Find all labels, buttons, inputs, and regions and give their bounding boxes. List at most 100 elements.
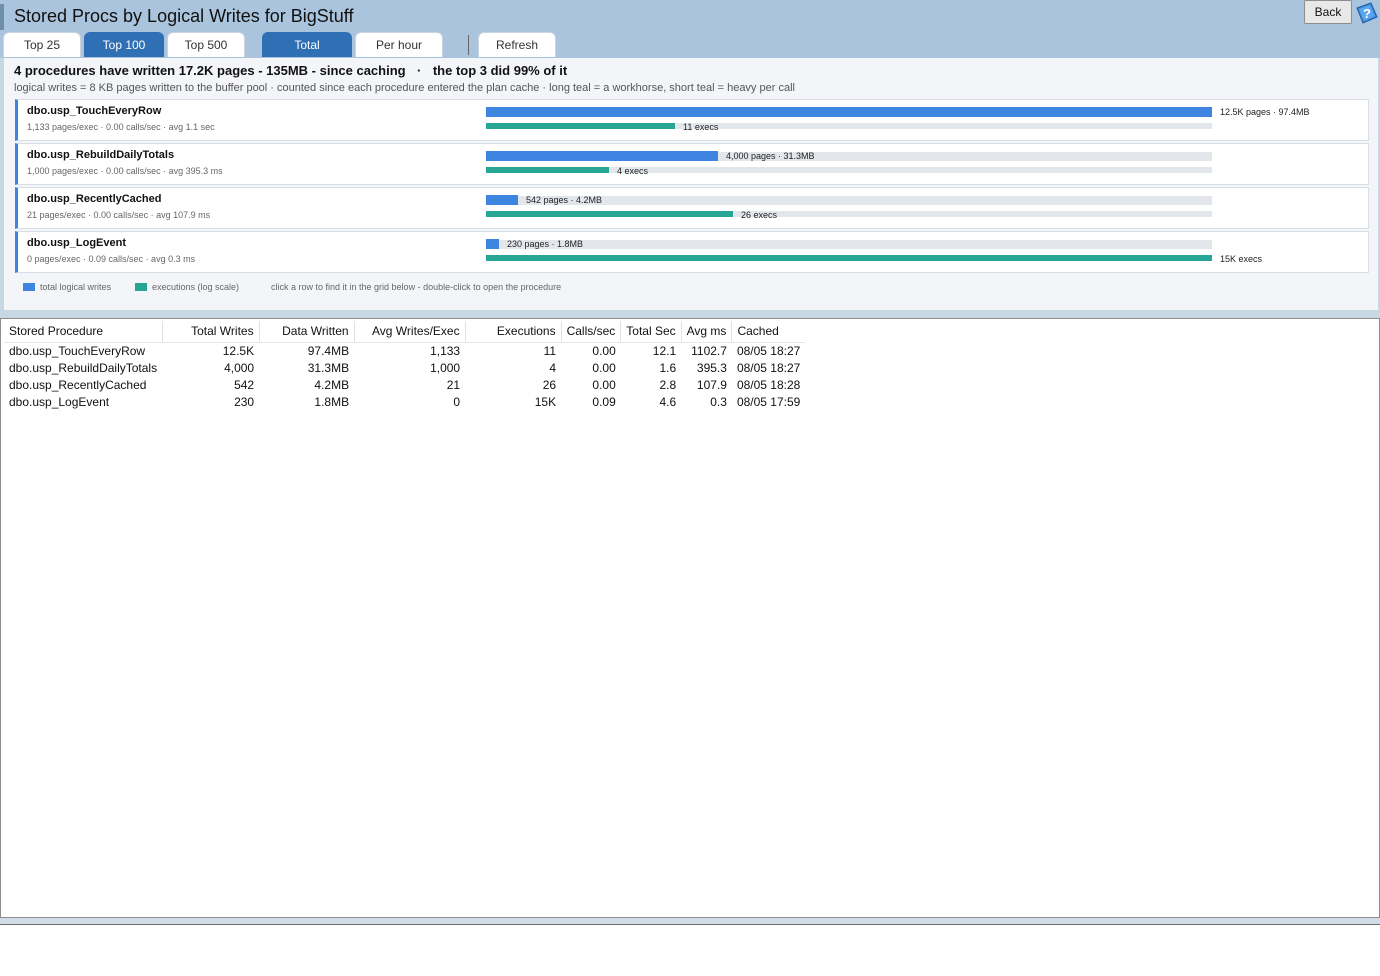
legend-writes: total logical writes [23,282,111,292]
panel-splitter[interactable] [0,310,1380,318]
execs-label: 4 execs [617,166,649,176]
execs-bar [486,167,609,173]
cell-procedure: dbo.usp_RebuildDailyTotals [9,360,158,375]
summary-highlight: the top 3 did 99% of it [432,63,568,78]
cell-cached: 08/05 18:28 [736,377,801,392]
cell-cached: 08/05 17:59 [736,394,801,409]
col-data-written[interactable]: Data Written [259,321,355,343]
tab-top-500[interactable]: Top 500 [167,32,245,57]
cell-executions: 15K [534,394,557,409]
cell-avg-writes: 21 [446,377,461,392]
writes-bar [486,151,718,161]
cell-procedure: dbo.usp_RecentlyCached [9,377,147,392]
cell-total-sec: 12.1 [652,343,677,358]
title-bar: Stored Procs by Logical Writes for BigSt… [0,0,1380,58]
execs-label: 11 execs [683,122,719,132]
writes-label: 230 pages · 1.8MB [507,239,584,249]
cell-avg-ms: 0.3 [710,394,727,409]
summary-separator: · [417,63,422,78]
legend-execs: executions (log scale) [135,282,239,292]
writes-track [486,240,1212,249]
col-stored-procedure[interactable]: Stored Procedure [4,321,163,343]
procedure-name: dbo.usp_TouchEveryRow [27,105,162,117]
results-grid[interactable]: Stored Procedure Total Writes Data Writt… [0,318,1380,918]
cell-executions: 26 [542,377,557,392]
legend-writes-label: total logical writes [40,282,112,292]
legend-execs-swatch [135,283,147,291]
procedure-name: dbo.usp_LogEvent [27,237,126,249]
tab-top-25[interactable]: Top 25 [3,32,81,57]
cell-total-writes: 12.5K [222,343,255,358]
help-question-icon[interactable]: ? [1355,2,1379,26]
execs-bar [486,255,1212,261]
col-executions[interactable]: Executions [465,321,562,343]
summary-totals: 4 procedures have written 17.2K pages - … [14,63,406,78]
writes-bar [486,107,1212,117]
cell-data-written: 31.3MB [307,360,350,375]
cell-calls-sec: 0.00 [592,360,616,375]
col-total-sec[interactable]: Total Sec [620,321,682,343]
results-table: Stored Procedure Total Writes Data Writt… [4,321,806,410]
execs-label: 15K execs [1220,254,1263,264]
legend-execs-label: executions (log scale) [152,282,240,292]
tab-top-100[interactable]: Top 100 [84,32,164,57]
grid-header-row: Stored Procedure Total Writes Data Writt… [4,321,806,343]
execs-label: 26 execs [741,210,778,220]
cell-avg-ms: 395.3 [696,360,727,375]
procedure-row[interactable]: dbo.usp_RebuildDailyTotals 1,000 pages/e… [15,143,1369,185]
table-row[interactable]: dbo.usp_RecentlyCached 542 4.2MB 21 26 0… [4,376,805,393]
cell-avg-writes: 0 [453,394,461,409]
table-row[interactable]: dbo.usp_LogEvent 230 1.8MB 0 15K 0.09 4.… [4,393,805,410]
col-avg-writes-exec[interactable]: Avg Writes/Exec [354,321,466,343]
page-title: Stored Procs by Logical Writes for BigSt… [14,6,354,26]
cell-avg-ms: 1102.7 [691,343,727,358]
cell-total-writes: 230 [234,394,255,409]
table-row[interactable]: dbo.usp_TouchEveryRow 12.5K 97.4MB 1,133… [4,342,805,359]
cell-executions: 11 [543,343,557,358]
writes-label: 542 pages · 4.2MB [526,195,603,205]
refresh-button[interactable]: Refresh [478,32,556,57]
cell-data-written: 1.8MB [314,394,350,409]
execs-bar [486,123,675,129]
title-accent [0,4,4,30]
writes-label: 4,000 pages · 31.3MB [726,151,815,161]
tab-per-hour[interactable]: Per hour [355,32,443,57]
table-row[interactable]: dbo.usp_RebuildDailyTotals 4,000 31.3MB … [4,359,805,376]
cell-executions: 4 [549,360,557,375]
grid-status-strip [0,918,1380,925]
procedure-row[interactable]: dbo.usp_RecentlyCached 21 pages/exec · 0… [15,187,1369,229]
cell-total-writes: 542 [234,377,255,392]
cell-total-writes: 4,000 [224,360,255,375]
cell-total-sec: 4.6 [659,394,677,409]
cell-cached: 08/05 18:27 [736,343,801,358]
cell-total-sec: 2.8 [659,377,677,392]
procedure-detail: 21 pages/exec · 0.00 calls/sec · avg 107… [27,210,211,220]
procedure-detail: 0 pages/exec · 0.09 calls/sec · avg 0.3 … [27,254,196,264]
col-avg-ms[interactable]: Avg ms [681,321,733,343]
summary-note: logical writes = 8 KB pages written to t… [14,82,795,94]
execs-bar [486,211,733,217]
procedure-detail: 1,133 pages/exec · 0.00 calls/sec · avg … [27,122,215,132]
tab-total[interactable]: Total [262,32,352,57]
cell-avg-writes: 1,133 [430,343,461,358]
back-button[interactable]: Back [1304,0,1352,24]
writes-label: 12.5K pages · 97.4MB [1220,107,1310,117]
col-calls-sec[interactable]: Calls/sec [561,321,622,343]
cell-data-written: 4.2MB [314,377,350,392]
cell-calls-sec: 0.09 [592,394,616,409]
cell-calls-sec: 0.00 [592,343,616,358]
writes-bar [486,195,518,205]
procedure-detail: 1,000 pages/exec · 0.00 calls/sec · avg … [27,166,223,176]
cell-avg-writes: 1,000 [430,360,461,375]
procedure-name: dbo.usp_RebuildDailyTotals [27,149,175,161]
summary-headline: 4 procedures have written 17.2K pages - … [14,63,567,78]
cell-total-sec: 1.6 [659,360,677,375]
col-cached[interactable]: Cached [731,321,806,343]
cell-cached: 08/05 18:27 [736,360,801,375]
procedure-row[interactable]: dbo.usp_LogEvent 0 pages/exec · 0.09 cal… [15,231,1369,273]
cell-procedure: dbo.usp_LogEvent [9,394,110,409]
procedure-row[interactable]: dbo.usp_TouchEveryRow 1,133 pages/exec ·… [15,99,1369,141]
legend-hint: click a row to find it in the grid below… [271,282,562,292]
col-total-writes[interactable]: Total Writes [162,321,260,343]
svg-text:?: ? [1363,6,1371,21]
